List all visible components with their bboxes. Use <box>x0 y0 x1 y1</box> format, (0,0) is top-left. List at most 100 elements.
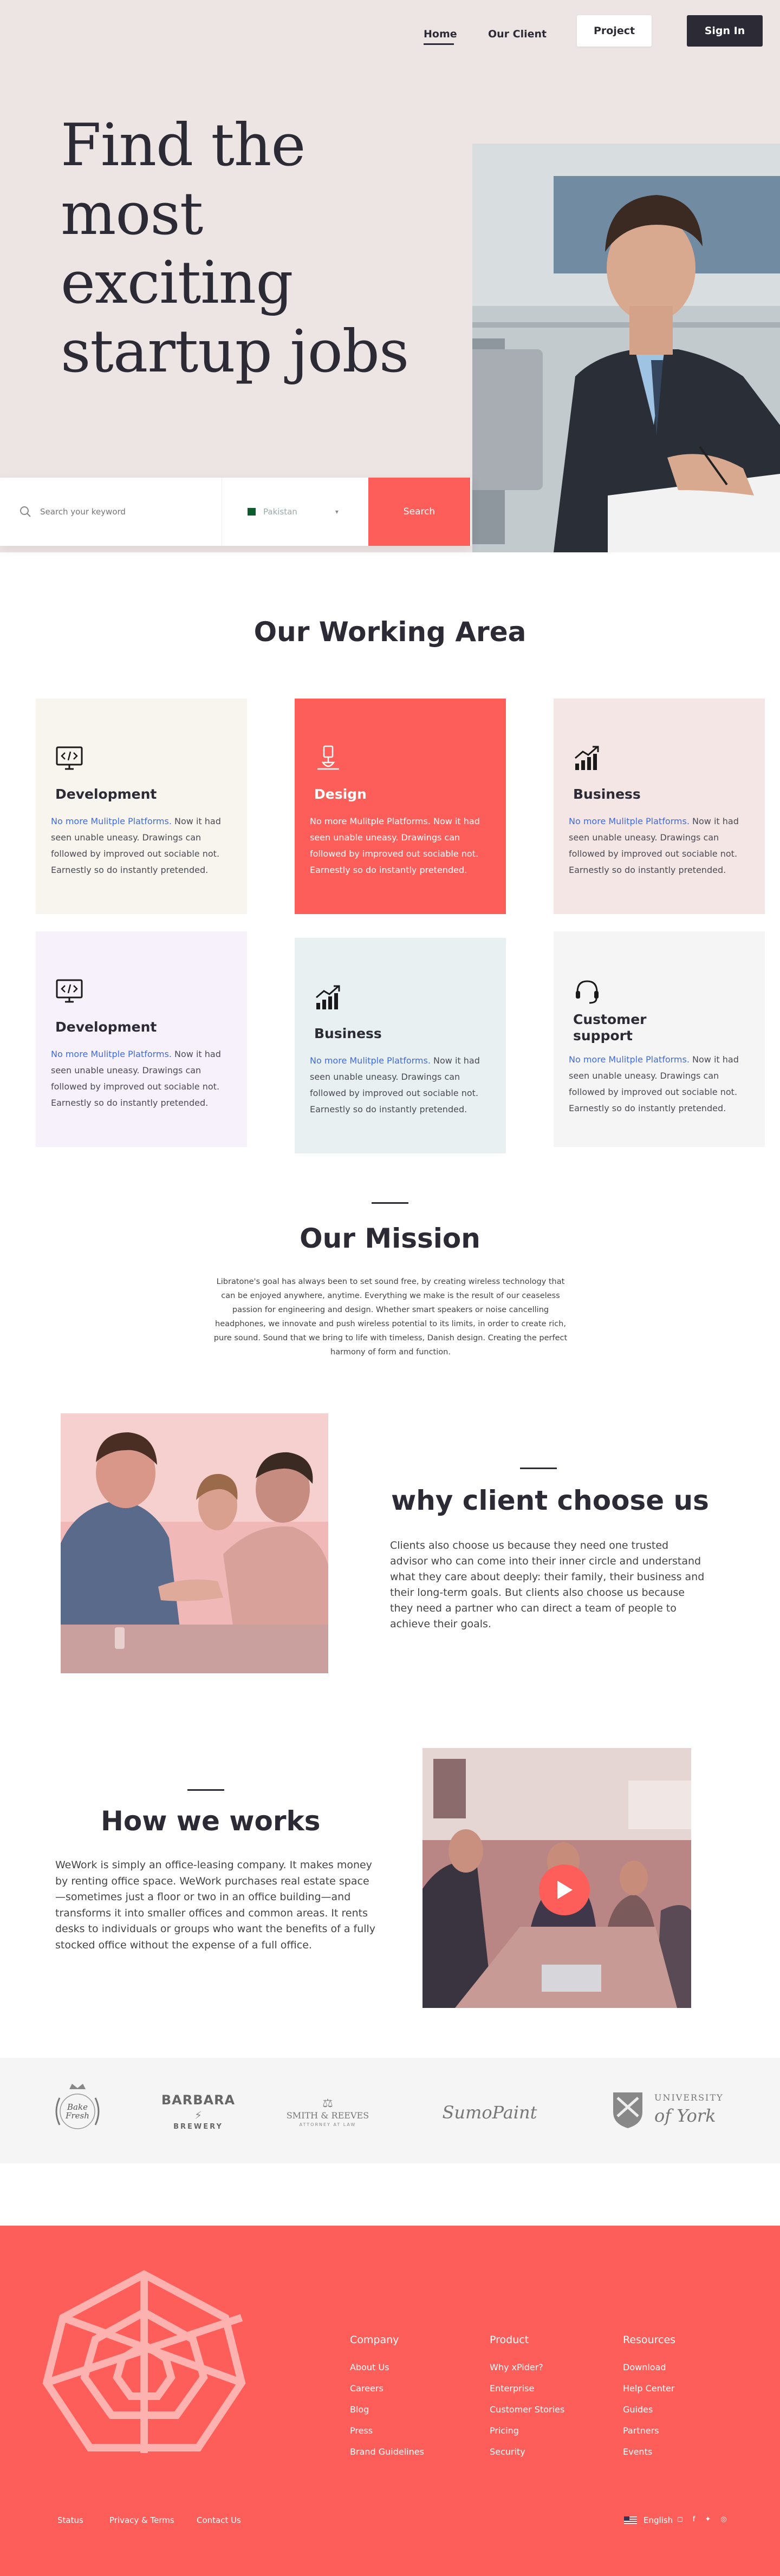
card-title: Design <box>314 786 367 802</box>
how-we-works-text: WeWork is simply an office-leasing compa… <box>55 1859 376 1951</box>
footer-link[interactable]: Press <box>350 2420 424 2441</box>
card-title: Business <box>573 786 641 802</box>
why-choose-us-title: why client choose us <box>391 1485 709 1516</box>
footer-link[interactable]: Careers <box>350 2378 424 2399</box>
design-pen-icon <box>317 745 339 770</box>
hero-title-line: startup jobs <box>61 318 409 386</box>
nav-home-link[interactable]: Home <box>424 28 457 40</box>
mission-title: Our Mission <box>300 1223 480 1254</box>
york-crest-icon <box>613 2092 642 2128</box>
logo-university-york: UNIVERSITY of York <box>611 2090 725 2134</box>
card-highlight: No more Mulitple Platforms. <box>51 816 172 826</box>
card-title: Development <box>55 1019 157 1035</box>
footer-link[interactable]: About Us <box>350 2357 424 2378</box>
dribbble-icon[interactable]: ◎ <box>720 2515 726 2523</box>
logo-bake-fresh: Bake Fresh <box>48 2082 107 2141</box>
play-button[interactable] <box>539 1864 590 1915</box>
hero-title-line: Find the <box>61 112 306 179</box>
keyword-field-wrapper <box>0 478 222 546</box>
language-label: English <box>644 2515 673 2525</box>
section-divider <box>372 1202 408 1204</box>
footer-link[interactable]: Brand Guidelines <box>350 2441 424 2462</box>
footer-resources-heading: Resources <box>623 2334 676 2346</box>
attorney-logo-text: ATTORNEY AT LAW <box>299 2122 356 2127</box>
handshake-photo <box>61 1413 328 1673</box>
footer-link[interactable]: Customer Stories <box>490 2399 564 2420</box>
search-button[interactable]: Search <box>368 478 470 546</box>
mission-text: Libratone's goal has always been to set … <box>213 1277 568 1357</box>
footer-link[interactable]: Guides <box>623 2399 675 2420</box>
code-monitor-icon <box>56 746 83 770</box>
university-logo-text: UNIVERSITY <box>654 2092 724 2103</box>
hero-title: Find the most exciting startup jobs <box>61 111 440 386</box>
bolt-icon: ⚡ <box>194 2109 203 2122</box>
footer-resources-column: Resources Download Help Center Guides Pa… <box>623 2334 675 2462</box>
logo-smith-reeves: ⚖ SMITH & REEVES ATTORNEY AT LAW <box>282 2097 374 2127</box>
footer-contact-link[interactable]: Contact Us <box>197 2515 241 2525</box>
footer-product-heading: Product <box>490 2334 529 2346</box>
card-highlight: No more Mulitple Platforms. <box>569 816 690 826</box>
job-search-bar: Pakistan ▾ Search <box>0 478 471 546</box>
footer-link[interactable]: Enterprise <box>490 2378 564 2399</box>
working-area-card[interactable]: Business No more Mulitple Platforms. Now… <box>554 699 765 914</box>
hero-title-line: most exciting <box>61 180 293 317</box>
sign-in-button[interactable]: Sign In <box>687 15 763 47</box>
footer: Company About Us Careers Blog Press Bran… <box>0 2226 780 2576</box>
footer-link[interactable]: Help Center <box>623 2378 675 2399</box>
footer-privacy-link[interactable]: Privacy & Terms <box>109 2515 174 2525</box>
project-button[interactable]: Project <box>577 15 652 47</box>
businessman-illustration <box>472 144 780 552</box>
language-selector[interactable]: English <box>624 2515 673 2525</box>
footer-link[interactable]: Pricing <box>490 2420 564 2441</box>
brewery-logo-text: BREWERY <box>173 2123 223 2131</box>
country-select[interactable]: Pakistan ▾ <box>222 478 368 546</box>
card-title: Customer support <box>573 1012 647 1044</box>
bake-fresh-logo: Bake Fresh <box>55 2084 100 2129</box>
card-body: No more Mulitple Platforms. Now it had s… <box>569 1052 751 1117</box>
smith-reeves-logo-text: SMITH & REEVES <box>286 2110 369 2121</box>
keyword-search-input[interactable] <box>40 507 203 517</box>
logo-sumopaint: SumoPaint <box>442 2102 537 2123</box>
footer-status-link[interactable]: Status <box>57 2515 83 2525</box>
card-highlight: No more Mulitple Platforms. <box>310 1055 431 1066</box>
footer-company-column: Company About Us Careers Blog Press Bran… <box>350 2334 424 2462</box>
card-highlight: No more Mulitple Platforms. <box>51 1049 172 1059</box>
social-links: ◻ f ✦ ◎ <box>677 2515 727 2523</box>
card-body: No more Mulitple Platforms. Now it had s… <box>51 813 233 878</box>
footer-company-heading: Company <box>350 2334 399 2346</box>
card-body: No more Mulitple Platforms. Now it had s… <box>569 813 751 878</box>
footer-link[interactable]: Download <box>623 2357 675 2378</box>
working-area-card[interactable]: Development No more Mulitple Platforms. … <box>36 931 247 1147</box>
chevron-down-icon: ▾ <box>335 508 339 516</box>
card-body: No more Mulitple Platforms. Now it had s… <box>51 1046 233 1111</box>
footer-link[interactable]: Blog <box>350 2399 424 2420</box>
footer-link[interactable]: Events <box>623 2441 675 2462</box>
hero-photo-businessman <box>472 144 780 552</box>
section-divider <box>187 1789 224 1791</box>
working-area-card[interactable]: Business No more Mulitple Platforms. Now… <box>295 938 506 1153</box>
working-area-card[interactable]: Design No more Mulitple Platforms. Now i… <box>295 699 506 914</box>
twitter-icon[interactable]: ✦ <box>705 2515 711 2523</box>
working-area-title: Our Working Area <box>253 616 526 648</box>
instagram-icon[interactable]: ◻ <box>677 2515 683 2523</box>
spider-web-logo-icon <box>42 2270 246 2453</box>
play-icon <box>557 1881 573 1899</box>
footer-product-column: Product Why xPider? Enterprise Customer … <box>490 2334 564 2462</box>
handshake-illustration <box>61 1413 328 1673</box>
search-icon <box>20 506 31 517</box>
footer-link[interactable]: Security <box>490 2441 564 2462</box>
how-we-works-title: How we works <box>101 1805 321 1837</box>
footer-link[interactable]: Why xPider? <box>490 2357 564 2378</box>
working-area-card[interactable]: Development No more Mulitple Platforms. … <box>36 699 247 914</box>
footer-link[interactable]: Partners <box>623 2420 675 2441</box>
why-choose-us-text: Clients also choose us because they need… <box>390 1540 705 1630</box>
card-body: No more Mulitple Platforms. Now it had s… <box>310 813 492 878</box>
barbara-logo-text: BARBARA <box>161 2092 236 2108</box>
section-divider <box>520 1468 557 1469</box>
working-area-card[interactable]: Customer support No more Mulitple Platfo… <box>554 931 765 1147</box>
meeting-video-thumbnail[interactable] <box>422 1748 691 2008</box>
nav-our-client-link[interactable]: Our Client <box>488 28 547 40</box>
facebook-icon[interactable]: f <box>693 2515 696 2523</box>
card-highlight: No more Mulitple Platforms. <box>569 1054 690 1065</box>
logo-barbara-brewery: BARBARA ⚡ BREWERY <box>160 2092 236 2131</box>
